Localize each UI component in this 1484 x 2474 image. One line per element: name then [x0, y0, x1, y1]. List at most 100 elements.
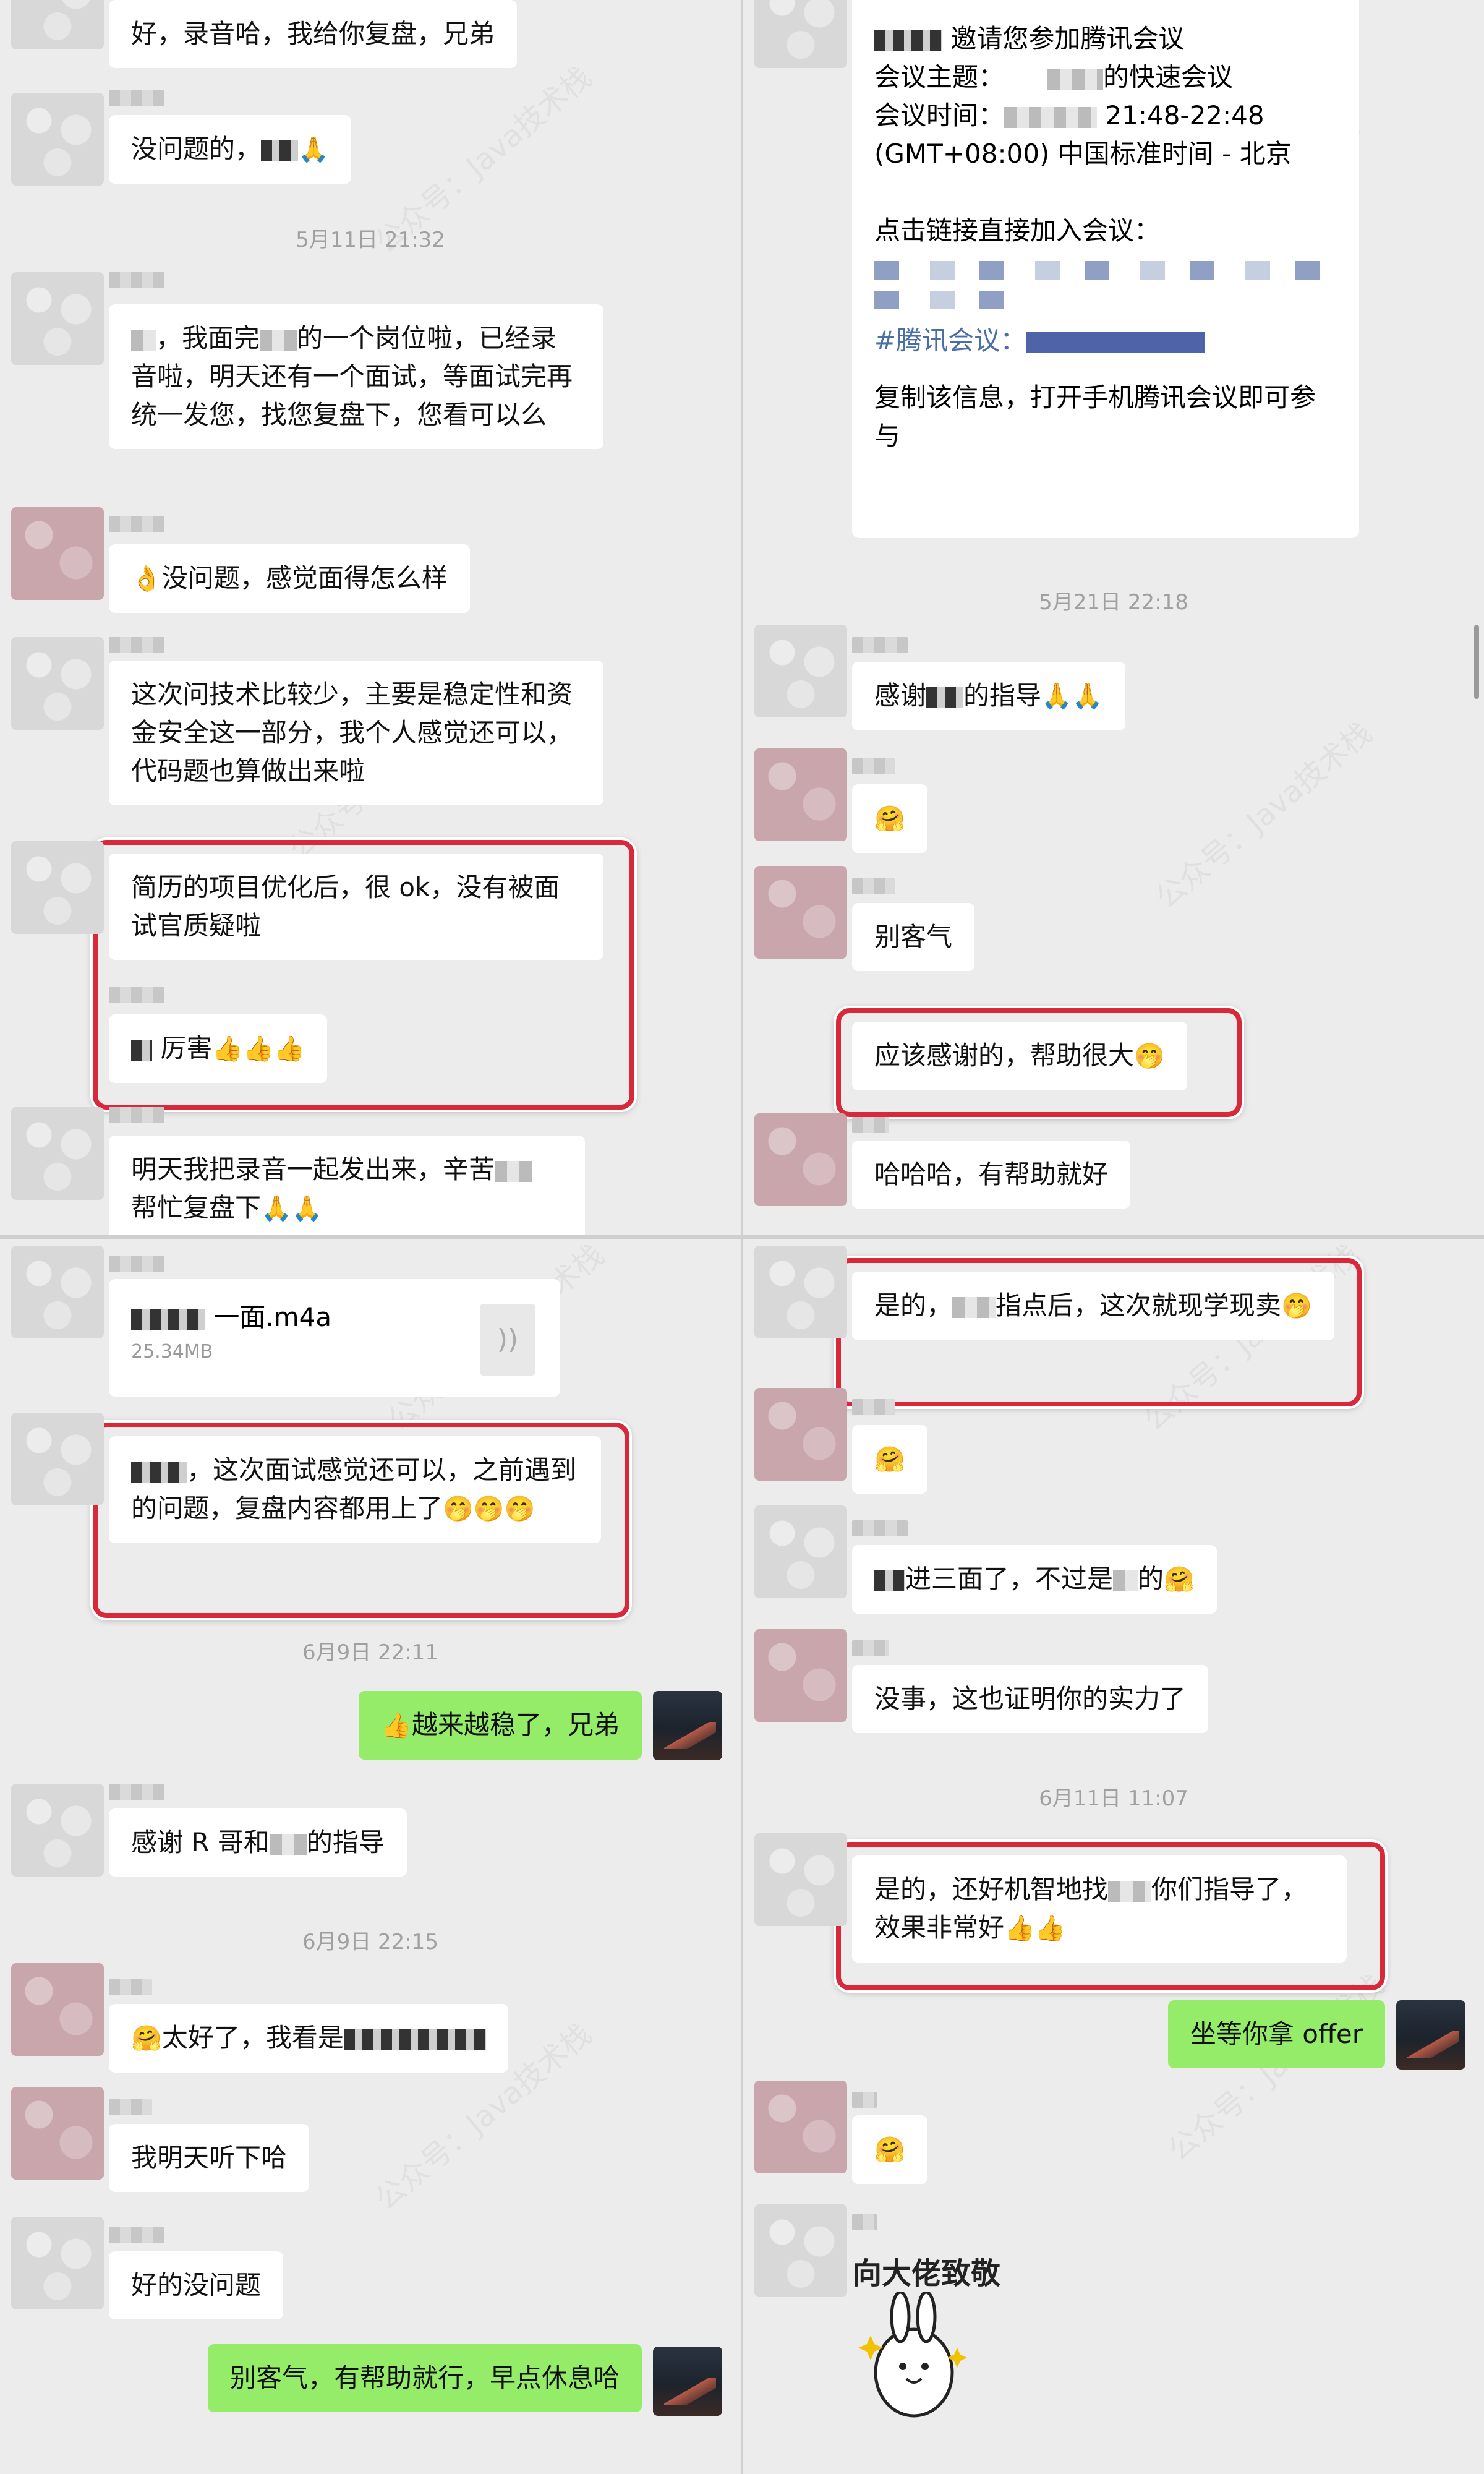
my-avatar[interactable] [653, 1691, 722, 1760]
avatar[interactable] [754, 1629, 847, 1722]
sender-name [109, 90, 164, 106]
sender-name [852, 2092, 877, 2108]
avatar[interactable] [754, 0, 847, 68]
avatar[interactable] [754, 1246, 847, 1338]
avatar[interactable] [11, 93, 104, 186]
avatar[interactable] [754, 625, 847, 717]
avatar[interactable] [754, 866, 847, 959]
message-bubble[interactable]: ，我面完 的一个岗位啦，已经录音啦，明天还有一个面试，等面试完再统一发您，找您复盘… [109, 304, 603, 449]
chat-panel-top-left: 公众号：Java技术栈 公众号：Java技术栈 好，录音哈，我给你复盘，兄弟 没… [0, 0, 741, 1235]
message-bubble[interactable]: 厉害👍👍👍 [109, 1014, 327, 1083]
thumbs-up-emoji-icon: 👍 [243, 1035, 274, 1063]
redacted-name [1113, 1570, 1138, 1591]
avatar[interactable] [754, 1113, 847, 1206]
redacted-name [1047, 68, 1104, 90]
avatar[interactable] [754, 1833, 847, 1926]
meeting-id-label[interactable]: #腾讯会议： [874, 325, 1026, 356]
avatar[interactable] [754, 1388, 847, 1481]
audio-file-icon: )) [480, 1304, 535, 1376]
sender-name [109, 987, 164, 1003]
avatar[interactable] [11, 1963, 104, 2056]
redacted-name [874, 30, 942, 51]
message-bubble-me[interactable]: 坐等你拿 offer [1167, 2000, 1385, 2068]
message-bubble[interactable]: 没事，这也证明你的实力了 [852, 1665, 1209, 1733]
scrollbar[interactable] [1474, 625, 1479, 699]
hug-emoji-icon: 🤗 [874, 2136, 905, 2164]
sender-name [852, 758, 895, 774]
avatar[interactable] [754, 2204, 847, 2297]
pray-emoji-icon: 🙏 [291, 1194, 323, 1223]
message-bubble[interactable]: 简历的项目优化后，很 ok，没有被面试官质疑啦 [109, 854, 603, 960]
message-bubble[interactable]: 🤗 [852, 1425, 927, 1494]
hug-emoji-icon: 🤗 [874, 805, 905, 833]
message-bubble[interactable]: 进三面了，不过是 的🤗 [852, 1545, 1217, 1614]
avatar[interactable] [11, 637, 104, 730]
my-avatar[interactable] [1396, 2000, 1465, 2070]
message-bubble[interactable]: 好的没问题 [109, 2251, 284, 2319]
redacted-link[interactable] [874, 291, 1035, 309]
message-bubble[interactable]: 🤗太好了，我看是 [109, 2004, 508, 2073]
avatar[interactable] [11, 507, 104, 600]
redacted-date [1004, 106, 1098, 128]
redacted-name [131, 329, 156, 351]
sender-name [109, 1107, 164, 1123]
my-avatar[interactable] [653, 2347, 722, 2416]
sender-name [109, 1784, 164, 1800]
message-bubble[interactable]: 别客气 [852, 903, 975, 971]
avatar[interactable] [11, 272, 104, 365]
avatar[interactable] [754, 2081, 847, 2173]
message-bubble[interactable]: 👌没问题，感觉面得怎么样 [109, 544, 470, 613]
avatar[interactable] [11, 1784, 104, 1877]
meeting-invite-card[interactable]: 邀请您参加腾讯会议 会议主题： 的快速会议 会议时间： 21:48-22:48 (… [852, 0, 1359, 538]
sender-name [109, 637, 164, 653]
hug-emoji-icon: 🤗 [131, 2024, 162, 2053]
message-bubble[interactable]: 应该感谢的，帮助很大🤭 [852, 1022, 1187, 1090]
avatar[interactable] [754, 1505, 847, 1598]
avatar[interactable] [754, 748, 847, 841]
redacted-name [1108, 1880, 1152, 1902]
message-bubble[interactable]: ，这次面试感觉还可以，之前遇到的问题，复盘内容都用上了🤭🤭🤭 [109, 1436, 601, 1543]
message-bubble[interactable]: 🤗 [852, 2115, 927, 2184]
audio-file-message[interactable]: 一面.m4a 25.34MB )) [109, 1279, 560, 1397]
redacted-name [874, 1570, 905, 1591]
message-bubble[interactable]: 感谢 R 哥和 的指导 [109, 1808, 407, 1877]
sender-name [852, 1117, 889, 1133]
message-bubble-me[interactable]: 👍越来越稳了，兄弟 [359, 1691, 642, 1760]
message-bubble[interactable]: 是的，还好机智地找 你们指导了，效果非常好👍👍 [852, 1856, 1347, 1963]
smirk-emoji-icon: 🤭 [473, 1495, 505, 1523]
redacted-link[interactable] [874, 261, 1337, 280]
avatar[interactable] [11, 841, 104, 934]
timestamp: 6月9日 22:15 [302, 1930, 439, 1954]
avatar[interactable] [11, 1246, 104, 1338]
watermark: 公众号：Java技术栈 [1149, 715, 1379, 916]
message-bubble[interactable]: 🤗 [852, 784, 927, 853]
pray-emoji-icon: 🙏 [1041, 682, 1072, 711]
timestamp: 5月21日 22:18 [1039, 590, 1188, 615]
avatar[interactable] [11, 1413, 104, 1505]
avatar[interactable] [11, 0, 104, 49]
message-bubble[interactable]: 没问题的， 🙏 [109, 115, 351, 184]
avatar[interactable] [11, 2217, 104, 2309]
redacted-name [131, 1308, 205, 1330]
message-bubble[interactable]: 好，录音哈，我给你复盘，兄弟 [109, 0, 518, 68]
thumbs-up-emoji-icon: 👍 [1034, 1914, 1066, 1943]
message-bubble[interactable]: 哈哈哈，有帮助就好 [852, 1141, 1131, 1209]
salute-sticker[interactable]: 向大佬致敬 [852, 2249, 1062, 2453]
message-bubble[interactable]: 我明天听下哈 [109, 2124, 310, 2192]
chat-panel-bottom-right: 公众号：Java技术栈 公众号：Java技术栈 是的，指点后，这次就现学现卖🤭 … [743, 1239, 1484, 2474]
smirk-emoji-icon: 🤭 [1281, 1292, 1312, 1320]
redacted-name [269, 1833, 307, 1855]
sender-name [852, 1640, 889, 1656]
message-bubble[interactable]: 感谢 的指导🙏🙏 [852, 662, 1125, 730]
avatar[interactable] [11, 1107, 104, 1200]
pray-emoji-icon: 🙏 [298, 135, 329, 164]
message-bubble-me[interactable]: 别客气，有帮助就行，早点休息哈 [207, 2344, 642, 2412]
avatar[interactable] [11, 2087, 104, 2180]
sender-name [852, 2214, 877, 2230]
message-bubble[interactable]: 明天我把录音一起发出来，辛苦 帮忙复盘下🙏🙏 [109, 1136, 585, 1235]
pray-emoji-icon: 🙏 [261, 1194, 292, 1223]
message-bubble[interactable]: 这次问技术比较少，主要是稳定性和资金安全这一部分，我个人感觉还可以，代码题也算做… [109, 661, 603, 805]
chat-screenshot-grid: 公众号：Java技术栈 公众号：Java技术栈 好，录音哈，我给你复盘，兄弟 没… [0, 0, 1484, 2474]
redacted-name [952, 1296, 996, 1318]
message-bubble[interactable]: 是的， 指点后，这次就现学现卖🤭 [852, 1272, 1334, 1340]
